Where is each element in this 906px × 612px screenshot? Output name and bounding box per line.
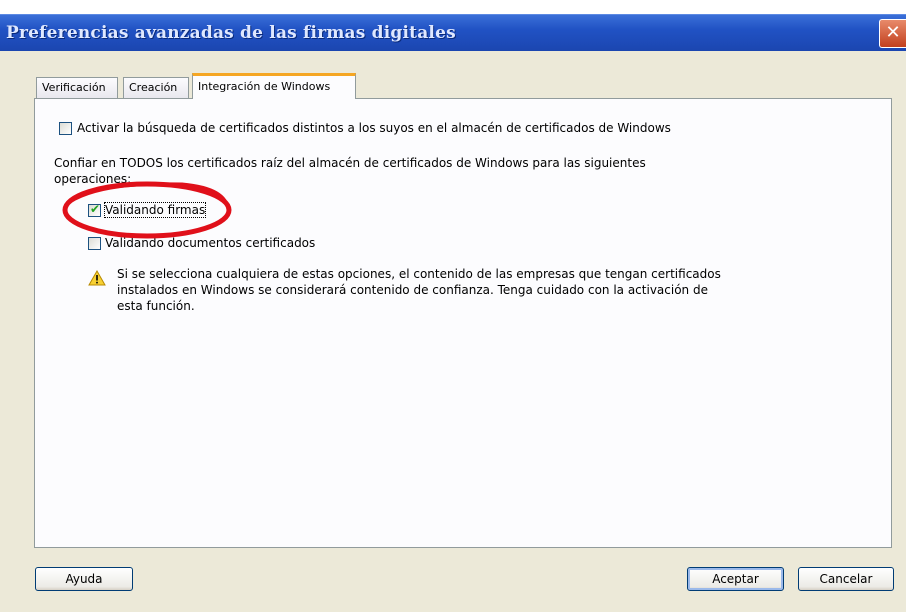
tab-creacion[interactable]: Creación (123, 77, 189, 98)
close-icon: ✕ (885, 22, 901, 43)
trust-description: Confiar en TODOS los certificados raíz d… (54, 156, 646, 186)
tab-verificacion[interactable]: Verificación (36, 77, 118, 98)
warning-icon (88, 270, 106, 286)
help-button[interactable]: Ayuda (35, 567, 133, 591)
validate-signatures-checkbox[interactable] (88, 202, 101, 217)
validate-signatures-label[interactable]: Validando firmas (103, 202, 207, 218)
top-strip (0, 0, 906, 14)
title-bar[interactable]: Preferencias avanzadas de las firmas dig… (0, 14, 906, 51)
cancel-button[interactable]: Cancelar (798, 567, 894, 591)
accept-button[interactable]: Aceptar (687, 567, 784, 591)
validate-documents-label[interactable]: Validando documentos certificados (105, 236, 315, 250)
warning-text: Si se selecciona cualquiera de estas opc… (117, 267, 721, 313)
window-title: Preferencias avanzadas de las firmas dig… (6, 23, 456, 43)
search-certs-label[interactable]: Activar la búsqueda de certificados dist… (77, 121, 671, 135)
tab-integracion-windows[interactable]: Integración de Windows (192, 73, 356, 99)
search-certs-checkbox[interactable] (59, 122, 72, 135)
validate-documents-checkbox[interactable] (88, 237, 101, 250)
close-button[interactable]: ✕ (879, 19, 906, 48)
